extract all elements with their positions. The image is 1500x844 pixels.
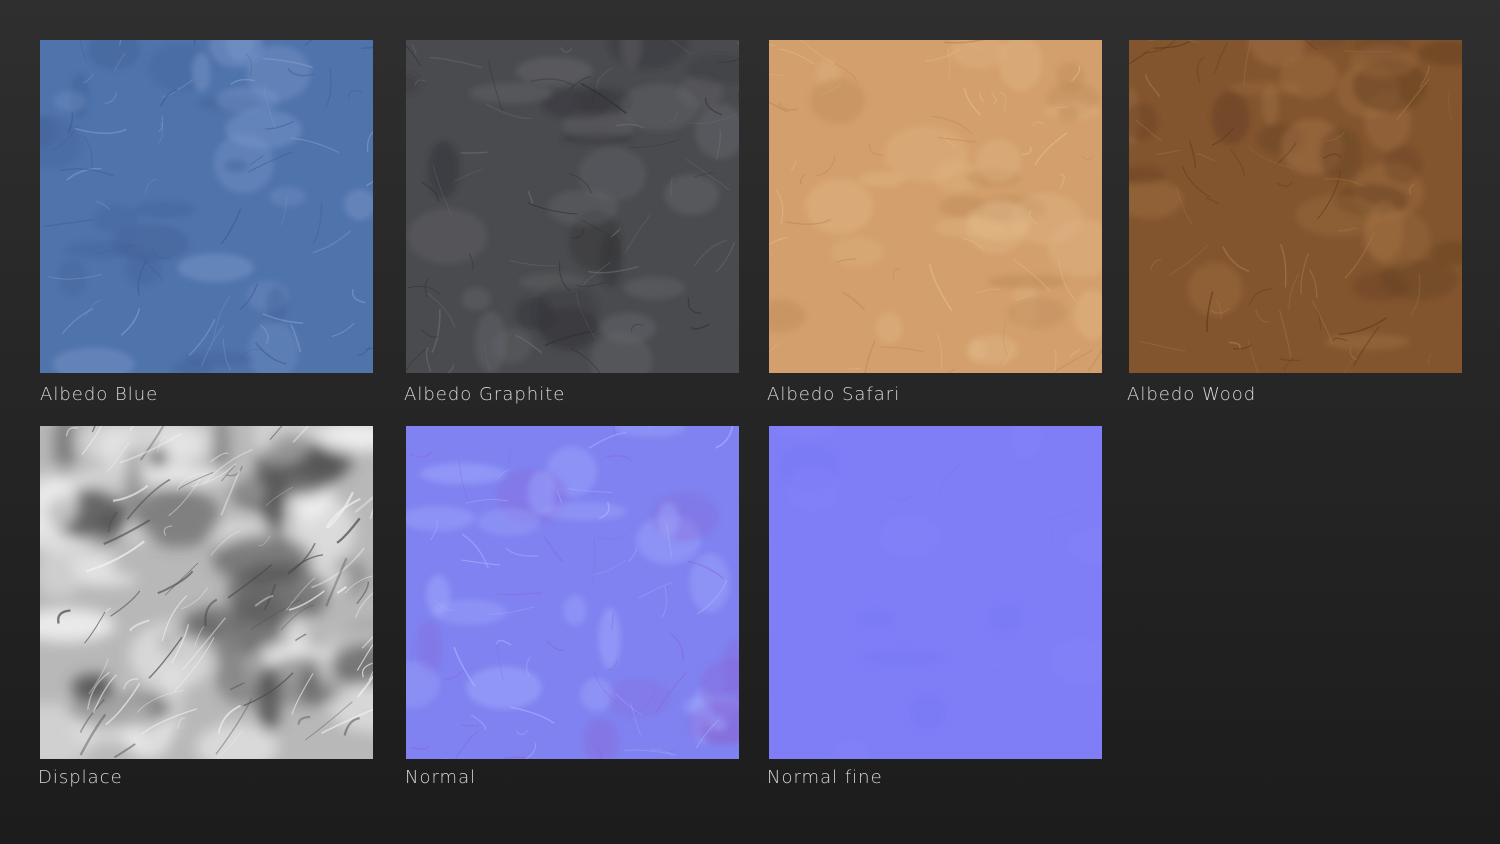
- texture-preview-albedo-blue: [40, 40, 373, 373]
- texture-preview-albedo-safari: [769, 40, 1102, 373]
- texture-preview-albedo-wood: [1129, 40, 1462, 373]
- texture-tile-albedo-blue[interactable]: Albedo Blue: [40, 40, 373, 405]
- texture-label: Displace: [38, 767, 123, 788]
- texture-tile-albedo-safari[interactable]: Albedo Safari: [767, 40, 1102, 405]
- texture-label: Normal: [405, 767, 477, 788]
- texture-tile-normal[interactable]: Normal: [405, 426, 739, 788]
- texture-tile-albedo-graphite[interactable]: Albedo Graphite: [404, 40, 739, 405]
- texture-preview-displace: [40, 426, 373, 759]
- texture-label: Albedo Safari: [767, 384, 901, 405]
- texture-tile-displace[interactable]: Displace: [38, 426, 373, 788]
- texture-label: Normal fine: [767, 767, 883, 788]
- texture-label: Albedo Graphite: [404, 384, 566, 405]
- texture-preview-albedo-graphite: [406, 40, 739, 373]
- texture-preview-normal: [406, 426, 739, 759]
- texture-tile-albedo-wood[interactable]: Albedo Wood: [1127, 40, 1462, 405]
- texture-preview-normal-fine: [769, 426, 1102, 759]
- texture-label: Albedo Blue: [40, 384, 159, 405]
- texture-label: Albedo Wood: [1127, 384, 1257, 405]
- texture-tile-normal-fine[interactable]: Normal fine: [767, 426, 1102, 788]
